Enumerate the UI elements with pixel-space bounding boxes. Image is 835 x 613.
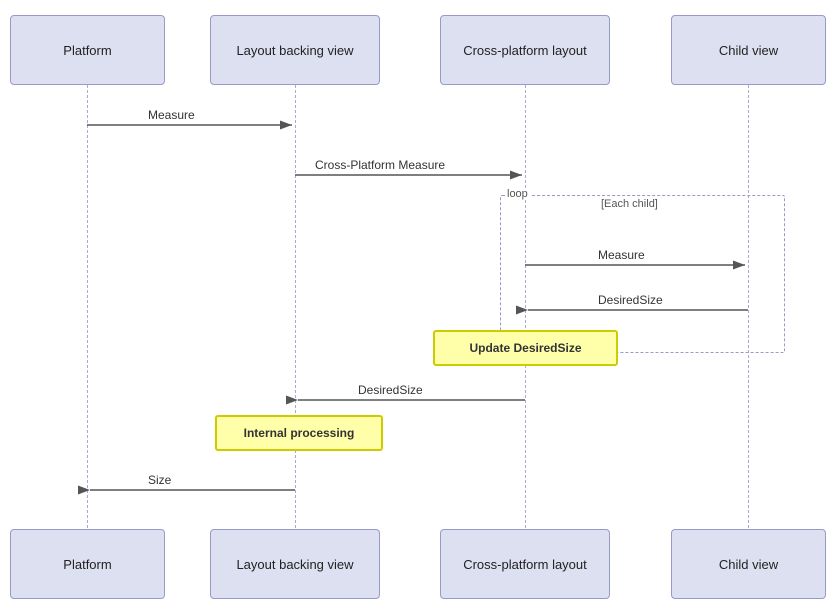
actor-child-view-top: Child view (671, 15, 826, 85)
lifeline-layout-backing (295, 85, 296, 543)
label-size: Size (148, 473, 171, 487)
actor-layout-backing-top-label: Layout backing view (236, 43, 353, 58)
note-update-desired-size-label: Update DesiredSize (469, 341, 581, 355)
actor-cross-platform-top: Cross-platform layout (440, 15, 610, 85)
actor-platform-bottom-label: Platform (63, 557, 111, 572)
actor-cross-platform-top-label: Cross-platform layout (463, 43, 587, 58)
actor-child-view-bottom: Child view (671, 529, 826, 599)
lifeline-platform (87, 85, 88, 543)
sequence-diagram: Platform Layout backing view Cross-platf… (0, 0, 835, 613)
label-desired-size-child: DesiredSize (598, 293, 663, 307)
label-cross-platform-measure: Cross-Platform Measure (315, 158, 445, 172)
actor-layout-backing-bottom-label: Layout backing view (236, 557, 353, 572)
actor-platform-top: Platform (10, 15, 165, 85)
actor-layout-backing-top: Layout backing view (210, 15, 380, 85)
actor-cross-platform-bottom: Cross-platform layout (440, 529, 610, 599)
actor-child-view-top-label: Child view (719, 43, 778, 58)
actor-child-view-bottom-label: Child view (719, 557, 778, 572)
loop-condition: [Each child] (601, 198, 658, 210)
actor-platform-bottom: Platform (10, 529, 165, 599)
actor-platform-top-label: Platform (63, 43, 111, 58)
note-update-desired-size: Update DesiredSize (433, 330, 618, 366)
actor-layout-backing-bottom: Layout backing view (210, 529, 380, 599)
label-measure1: Measure (148, 108, 195, 122)
note-internal-processing: Internal processing (215, 415, 383, 451)
label-measure-child: Measure (598, 248, 645, 262)
note-internal-processing-label: Internal processing (244, 426, 355, 440)
loop-label: loop (505, 188, 530, 200)
actor-cross-platform-bottom-label: Cross-platform layout (463, 557, 587, 572)
label-desired-size-back: DesiredSize (358, 383, 423, 397)
